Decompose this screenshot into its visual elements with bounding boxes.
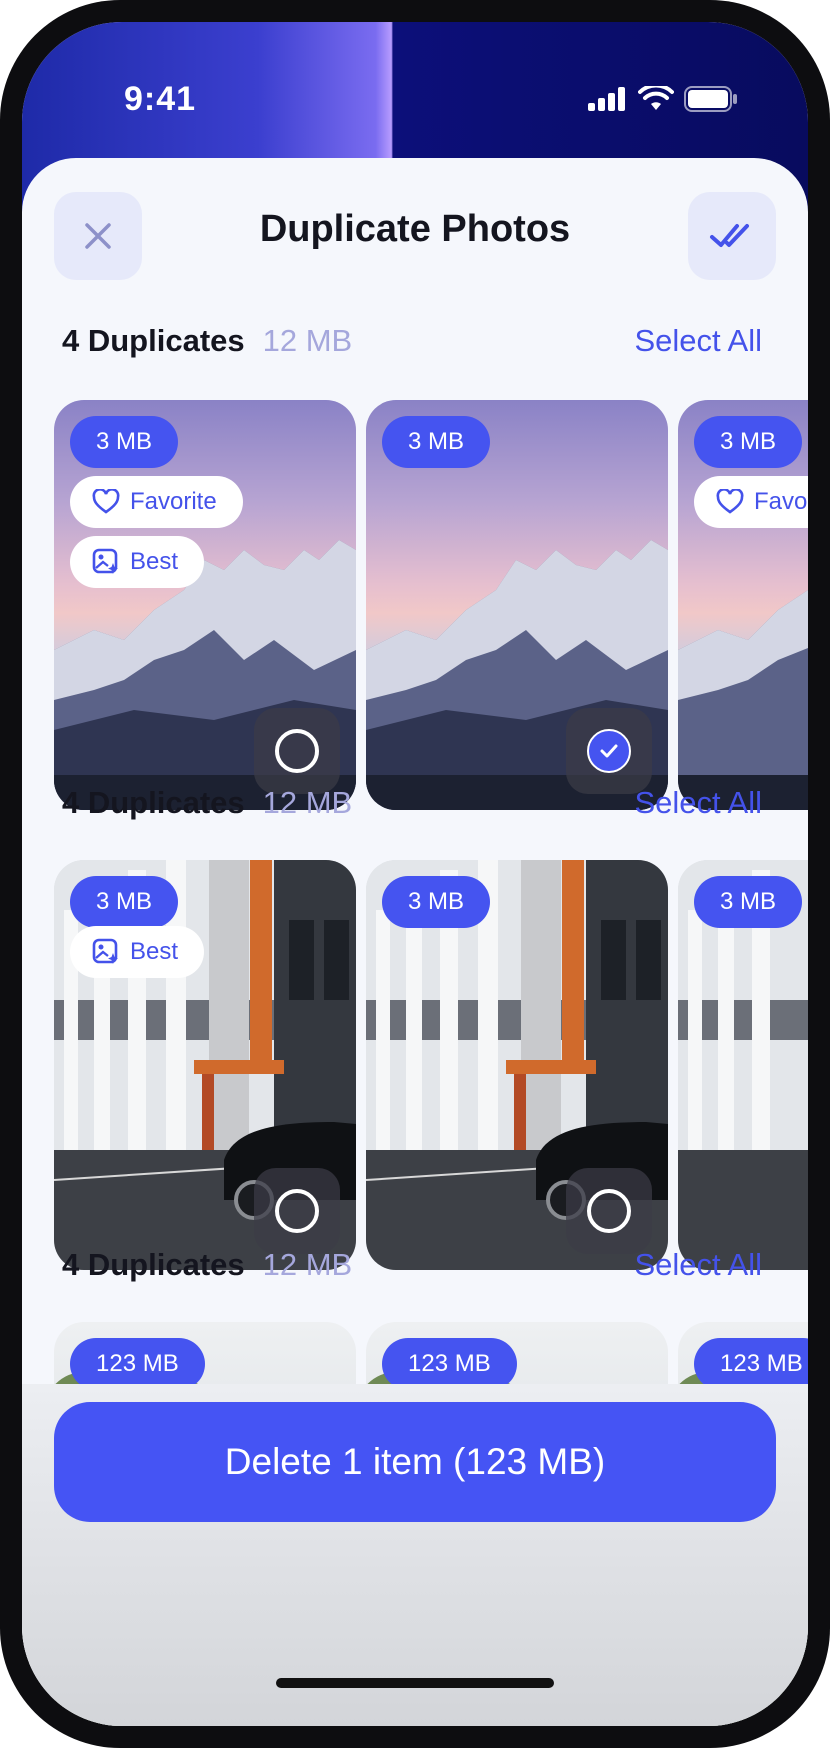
photo-tile[interactable]: 3 MB Best	[54, 860, 356, 1270]
screen: 9:41 Duplicate Photos 4 Duplicates 12 MB…	[22, 22, 808, 1726]
image-sparkle-icon	[92, 938, 118, 964]
group-size: 12 MB	[262, 1247, 353, 1282]
group-size: 12 MB	[262, 323, 353, 358]
size-badge: 123 MB	[382, 1338, 517, 1390]
group-header: 4 Duplicates 12 MB Select All	[62, 1240, 762, 1290]
double-check-icon	[710, 224, 749, 247]
size-badge: 3 MB	[382, 876, 491, 928]
status-bar: 9:41	[22, 22, 808, 152]
select-all-link[interactable]: Select All	[634, 785, 762, 821]
favorite-label: Favorite	[130, 488, 217, 515]
size-badge: 3 MB	[70, 876, 179, 928]
group-count: 4 Duplicates	[62, 323, 245, 358]
select-all-link[interactable]: Select All	[634, 323, 762, 359]
best-tag: Best	[70, 926, 205, 978]
heart-icon	[92, 489, 120, 514]
heart-icon	[716, 489, 744, 514]
unchecked-circle-icon	[275, 1189, 319, 1233]
favorite-tag: Favorite	[70, 476, 243, 528]
checked-icon	[587, 729, 631, 773]
battery-icon	[684, 86, 737, 112]
group-header: 4 Duplicates 12 MB Select All	[62, 316, 762, 366]
signal-icon	[588, 87, 625, 111]
delete-button[interactable]: Delete 1 item (123 MB)	[54, 1402, 776, 1522]
group-count: 4 Duplicates	[62, 1247, 245, 1282]
photo-tile[interactable]: 3 MB Favorite Best	[54, 400, 356, 810]
best-tag: Best	[70, 536, 205, 588]
group-size: 12 MB	[262, 785, 353, 820]
size-badge: 3 MB	[694, 876, 803, 928]
select-all-toggle-button[interactable]	[688, 192, 776, 280]
size-badge: 123 MB	[694, 1338, 808, 1390]
size-badge: 3 MB	[382, 416, 491, 468]
size-badge: 3 MB	[694, 416, 803, 468]
image-sparkle-icon	[92, 548, 118, 574]
status-time: 9:41	[124, 80, 197, 118]
status-icons	[588, 86, 738, 112]
phone-frame: 9:41 Duplicate Photos 4 Duplicates 12 MB…	[0, 0, 830, 1748]
wifi-icon	[638, 86, 674, 110]
photo-tile[interactable]: 3 MB	[678, 860, 808, 1270]
best-label: Best	[130, 938, 179, 965]
best-label: Best	[130, 548, 179, 575]
unchecked-circle-icon	[275, 729, 319, 773]
unchecked-circle-icon	[587, 1189, 631, 1233]
photo-tile[interactable]: 3 MB	[366, 860, 668, 1270]
size-badge: 123 MB	[70, 1338, 205, 1390]
select-all-link[interactable]: Select All	[634, 1247, 762, 1283]
home-indicator[interactable]	[276, 1678, 554, 1688]
size-badge: 3 MB	[70, 416, 179, 468]
photo-tile[interactable]: 3 MB Favorite	[678, 400, 808, 810]
group-header: 4 Duplicates 12 MB Select All	[62, 778, 762, 828]
photo-row: 3 MB Best 3 MB 3 MB	[54, 860, 808, 1270]
photo-tile[interactable]: 3 MB	[366, 400, 668, 810]
favorite-tag: Favorite	[694, 476, 808, 528]
photo-row: 3 MB Favorite Best 3 MB 3 MB Favo	[54, 400, 808, 810]
favorite-label: Favorite	[754, 488, 808, 515]
group-count: 4 Duplicates	[62, 785, 245, 820]
